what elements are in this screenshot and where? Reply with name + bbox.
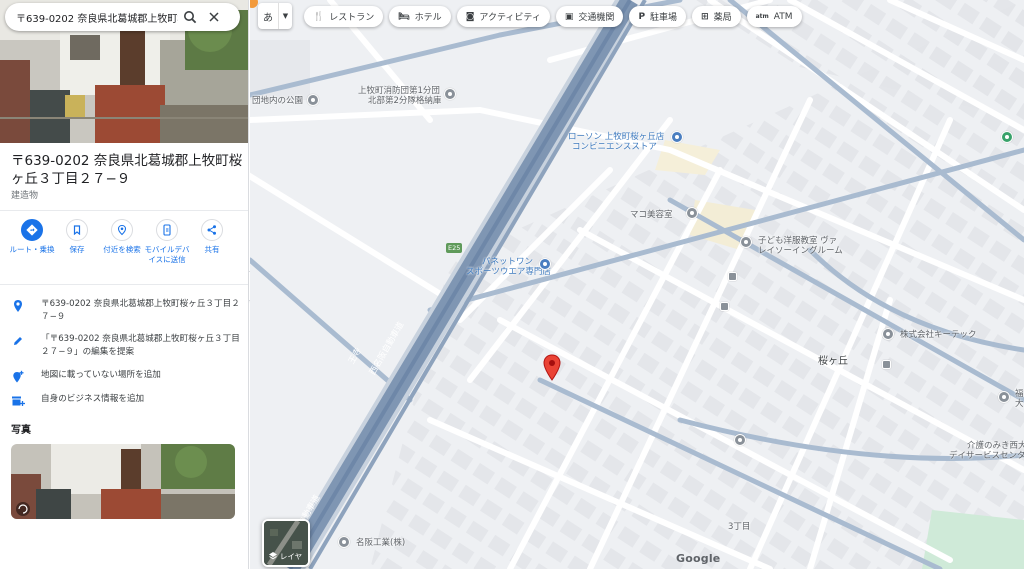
school-poi-icon[interactable]: [740, 236, 752, 248]
map-label-lawson[interactable]: ローソン 上牧町桜ヶ丘店: [568, 132, 664, 142]
language-chip[interactable]: あ ▼: [258, 3, 292, 29]
add-place-icon: [10, 369, 26, 385]
photos-heading: 写真: [11, 425, 31, 436]
map-label-3chome: 3丁目: [728, 522, 751, 532]
factory-poi-icon[interactable]: [338, 536, 350, 548]
directions-icon: [21, 219, 43, 241]
address-text: 〒639-0202 奈良県北葛城郡上牧町桜ヶ丘３丁目２７−９: [41, 299, 240, 322]
nearby-icon: [111, 219, 133, 241]
salon-poi-icon[interactable]: [686, 207, 698, 219]
share-icon: [201, 219, 223, 241]
layers-button[interactable]: レイヤ: [262, 519, 310, 567]
map-label-care-center[interactable]: 介護のみき西大: [967, 441, 1024, 451]
chip-atm[interactable]: atm ATM: [746, 6, 802, 27]
caret-down-icon: ▼: [278, 3, 292, 29]
map-label-panet-type: スポーツウエア専門店: [466, 267, 551, 277]
layers-label: レイヤ: [279, 552, 303, 561]
pharmacy-icon: ⊞: [701, 11, 709, 22]
shopping-poi-icon[interactable]: [539, 258, 551, 270]
google-attribution: Google: [676, 552, 721, 565]
chip-activity[interactable]: ◙ アクティビティ: [456, 6, 550, 27]
action-bar: ルート・乗換 保存 付近を検索 モバイルデバイスに送信 共有: [0, 219, 248, 279]
map-label-panet[interactable]: パネットワン: [482, 257, 533, 267]
pencil-icon: [10, 333, 26, 349]
camera-icon: ◙: [465, 11, 475, 22]
bus-stop-icon[interactable]: [720, 302, 729, 311]
bookmark-icon: [66, 219, 88, 241]
chip-pharmacy-label: 薬局: [713, 13, 732, 23]
company-poi-icon[interactable]: [882, 328, 894, 340]
chip-activity-label: アクティビティ: [479, 13, 541, 23]
place-hero-photo[interactable]: [0, 0, 248, 143]
photo-thumbnail-image: [11, 444, 235, 519]
route-shield-e25: E25: [446, 243, 463, 253]
restaurant-icon: 🍴: [313, 11, 325, 22]
map-label-fire-station-sub: 北部第2分隊格納庫: [368, 96, 442, 106]
chip-hotel-label: ホテル: [414, 13, 442, 23]
atm-icon: atm: [755, 13, 769, 20]
chip-hotel[interactable]: 🛏 ホテル: [389, 6, 451, 27]
facility-poi-icon[interactable]: [998, 391, 1010, 403]
park-poi-icon[interactable]: [307, 94, 319, 106]
add-business-icon: [10, 393, 26, 409]
map-label-salon[interactable]: マコ美容室: [630, 210, 673, 220]
add-missing-place-text: 地図に載っていない場所を追加: [41, 370, 161, 380]
search-input[interactable]: [16, 4, 178, 30]
chip-transit[interactable]: ▣ 交通機関: [555, 6, 624, 27]
add-business-text: 自身のビジネス情報を追加: [41, 394, 145, 404]
fire-station-poi-icon[interactable]: [444, 88, 456, 100]
chip-restaurant[interactable]: 🍴 レストラン: [304, 6, 384, 27]
map-label-park[interactable]: 団地内の公園: [252, 96, 303, 106]
post-office-poi-icon[interactable]: [734, 434, 746, 446]
selected-location-pin-icon[interactable]: [542, 354, 562, 382]
map-label-keytech[interactable]: 株式会社キーテック: [900, 330, 977, 340]
hotel-icon: 🛏: [398, 11, 410, 22]
park-green-poi-icon[interactable]: [1001, 131, 1013, 143]
divider: [0, 284, 248, 285]
chip-restaurant-label: レストラン: [329, 13, 375, 23]
map-label-edge: 福: [1015, 389, 1024, 399]
photo-thumbnail[interactable]: [11, 444, 235, 519]
map-label-kids-school-sub: レイソーイングルーム: [758, 246, 843, 256]
chip-parking-label: 駐車場: [650, 13, 678, 23]
place-title: 〒639-0202 奈良県北葛城郡上牧町桜ヶ丘３丁目２７−９: [11, 153, 243, 187]
convenience-store-poi-icon[interactable]: [671, 131, 683, 143]
chip-atm-label: ATM: [773, 11, 793, 22]
transit-icon: ▣: [564, 11, 574, 22]
share-label: 共有: [204, 245, 220, 254]
search-box: [5, 3, 240, 31]
location-pin-icon: [10, 298, 26, 314]
map-label-care-center-sub: デイサービスセンタ: [949, 451, 1024, 461]
share-button[interactable]: 共有: [186, 219, 238, 255]
send-to-phone-icon: [156, 219, 178, 241]
parking-icon: P: [638, 11, 646, 22]
map-label-fire-station[interactable]: 上牧町消防団第1分団: [358, 86, 440, 96]
map-label-edge-2: 大: [1015, 399, 1024, 409]
map-label-meihan[interactable]: 名阪工業(株): [356, 538, 405, 548]
language-label: あ: [263, 12, 273, 24]
map-label-lawson-type: コンビニエンスストア: [572, 142, 657, 152]
place-category: 建造物: [11, 191, 39, 201]
search-icon[interactable]: [178, 5, 202, 29]
map-canvas[interactable]: 団地内の公園 上牧町消防団第1分団 北部第2分隊格納庫 ローソン 上牧町桜ヶ丘店…: [250, 0, 1024, 569]
place-panel: 〒639-0202 奈良県北葛城郡上牧町桜ヶ丘３丁目２７−９ 建造物 ルート・乗…: [0, 0, 249, 569]
chip-transit-label: 交通機関: [578, 13, 615, 23]
bus-stop-icon[interactable]: [728, 272, 737, 281]
close-icon[interactable]: [202, 5, 226, 29]
chip-pharmacy[interactable]: ⊞ 薬局: [692, 6, 741, 27]
bus-stop-icon[interactable]: [882, 360, 891, 369]
chip-parking[interactable]: P 駐車場: [629, 6, 687, 27]
map-label-sakuragaoka: 桜ヶ丘: [818, 356, 848, 367]
category-chips: 🍴 レストラン 🛏 ホテル ◙ アクティビティ ▣ 交通機関 P 駐車場 ⊞ 薬局 atm A…: [304, 6, 802, 28]
map-label-kids-school[interactable]: 子ども洋服教室 ヴァ: [758, 236, 837, 246]
suggest-edit-text: 「〒639-0202 奈良県北葛城郡上牧町桜ヶ丘３丁目２７−９」の編集を提案: [41, 334, 240, 357]
divider: [0, 210, 248, 211]
